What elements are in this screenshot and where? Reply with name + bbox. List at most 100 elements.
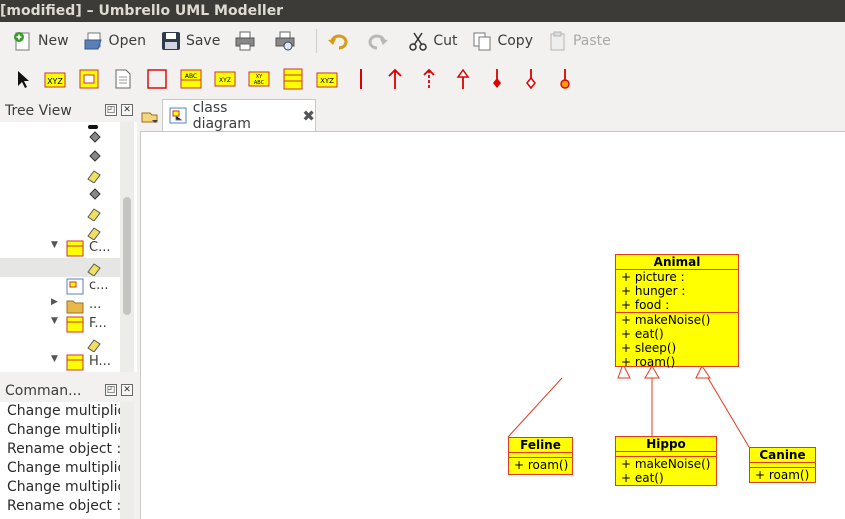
- uml-class-animal[interactable]: Animal + picture : + hunger : + food : +…: [615, 254, 739, 369]
- tree-row[interactable]: [0, 165, 120, 184]
- association-tool[interactable]: [348, 66, 374, 92]
- operation[interactable]: + roam(): [621, 355, 738, 369]
- table-tool[interactable]: [280, 66, 306, 92]
- command-history-dock-title: Comman... ◰ ✕: [0, 381, 137, 401]
- float-icon[interactable]: ◰: [105, 104, 117, 116]
- dependency-tool[interactable]: [416, 66, 442, 92]
- tree-view-title: Tree View: [5, 103, 72, 119]
- operation[interactable]: + roam(): [755, 468, 815, 482]
- new-button[interactable]: New: [8, 26, 73, 56]
- tab-label: class diagram: [192, 99, 251, 132]
- class-tool[interactable]: XYZ: [42, 66, 68, 92]
- operation-icon: [87, 263, 101, 276]
- aggregation-tool[interactable]: [518, 66, 544, 92]
- expand-arrow-icon: ▼: [51, 316, 58, 326]
- paste-button[interactable]: Paste: [543, 26, 615, 56]
- operation[interactable]: + eat(): [621, 327, 738, 341]
- enum-box-icon: XYZ: [214, 71, 236, 87]
- print-preview-icon: [274, 30, 296, 52]
- cut-button[interactable]: Cut: [403, 26, 461, 56]
- print-preview-button[interactable]: [270, 26, 304, 56]
- close-icon[interactable]: ✕: [121, 104, 133, 116]
- new-tab-menu-icon[interactable]: [140, 109, 160, 125]
- close-tab-icon[interactable]: ✖: [302, 107, 315, 125]
- operation[interactable]: + makeNoise(): [621, 313, 738, 327]
- print-button[interactable]: [230, 26, 264, 56]
- list-item[interactable]: Rename object :: [0, 497, 120, 516]
- hollow-diamond-icon: [526, 69, 536, 90]
- command-history-scrollbar[interactable]: [120, 402, 134, 519]
- generalization-tool[interactable]: [450, 66, 476, 92]
- generalization-arrow-icon: [456, 68, 470, 89]
- dashed-arrow-icon: [423, 68, 435, 89]
- operation[interactable]: + makeNoise(): [621, 457, 716, 471]
- class-name: Hippo: [616, 437, 716, 452]
- uml-class-feline[interactable]: Feline + roam(): [508, 437, 573, 475]
- folder-icon: [66, 300, 84, 314]
- enum-tool[interactable]: XYZ: [212, 66, 238, 92]
- tree-row[interactable]: [0, 146, 120, 165]
- redo-button[interactable]: [363, 26, 397, 56]
- interface-box-icon: [79, 69, 99, 89]
- list-item[interactable]: Change multiplic: [0, 421, 120, 440]
- tree-item-diagram[interactable]: c...: [0, 277, 120, 296]
- select-tool[interactable]: [10, 66, 36, 92]
- list-item[interactable]: Change multiplic: [0, 402, 120, 421]
- command-history-title: Comman...: [5, 383, 82, 399]
- uml-class-canine[interactable]: Canine + roam(): [749, 447, 816, 483]
- copy-button[interactable]: Copy: [467, 26, 537, 56]
- main-toolbar: New Open Save Cut Copy Paste: [0, 24, 845, 58]
- open-folder-icon: [83, 30, 105, 52]
- entity-tool[interactable]: XY ABC: [246, 66, 272, 92]
- arrow-up-icon: [388, 68, 402, 89]
- operations-section: + roam(): [509, 458, 572, 472]
- attribute[interactable]: + picture :: [621, 270, 738, 284]
- tree-item-class[interactable]: ▼ H...: [0, 353, 120, 372]
- list-item[interactable]: Change multiplic: [0, 478, 120, 497]
- uml-class-hippo[interactable]: Hippo + makeNoise() + eat(): [615, 436, 717, 486]
- datatype-tool[interactable]: ABC: [178, 66, 204, 92]
- containment-tool[interactable]: [552, 66, 578, 92]
- operation[interactable]: + roam(): [514, 458, 572, 472]
- open-button[interactable]: Open: [79, 26, 150, 56]
- svg-text:XYZ: XYZ: [219, 77, 231, 84]
- operation[interactable]: + sleep(): [621, 341, 738, 355]
- note-tool[interactable]: [110, 66, 136, 92]
- tree-view[interactable]: ▼ C... c... ▶ ... ▼ F... ▼ H...: [0, 122, 137, 372]
- attribute[interactable]: + hunger :: [621, 284, 738, 298]
- tree-row-selected[interactable]: [0, 258, 120, 277]
- tree-item-class[interactable]: ▼ C...: [0, 239, 120, 258]
- tree-item-folder[interactable]: ▶ ...: [0, 296, 120, 315]
- tree-row[interactable]: [0, 127, 120, 146]
- operation[interactable]: + eat(): [621, 471, 716, 485]
- redo-icon: [367, 30, 389, 52]
- svg-text:ABC: ABC: [185, 73, 197, 80]
- entity-box-icon: XYABC: [248, 71, 270, 87]
- operations-section: + makeNoise() + eat(): [616, 457, 716, 485]
- tree-item-class[interactable]: ▼ F...: [0, 315, 120, 334]
- attribute-icon: [89, 150, 101, 162]
- generalization-line-feline[interactable]: [507, 377, 563, 438]
- undo-button[interactable]: [323, 26, 357, 56]
- tab-class-diagram[interactable]: class diagram ✖: [162, 99, 316, 132]
- save-button[interactable]: Save: [156, 26, 224, 56]
- list-item[interactable]: Rename object :: [0, 440, 120, 459]
- paste-clipboard-icon: [547, 30, 569, 52]
- composition-tool[interactable]: [484, 66, 510, 92]
- class-icon: [66, 240, 84, 257]
- tree-row[interactable]: [0, 184, 120, 203]
- tree-row[interactable]: [0, 203, 120, 222]
- list-item[interactable]: Change multiplic: [0, 459, 120, 478]
- tree-scrollbar[interactable]: [120, 122, 134, 372]
- diagram-canvas[interactable]: Animal + picture : + hunger : + food : +…: [140, 131, 845, 519]
- interface-tool[interactable]: [76, 66, 102, 92]
- float-icon[interactable]: ◰: [105, 384, 117, 396]
- command-history-list[interactable]: Change multiplic Change multiplic Rename…: [0, 402, 120, 519]
- tree-scrollbar-thumb[interactable]: [123, 197, 131, 315]
- directed-association-tool[interactable]: [382, 66, 408, 92]
- close-icon[interactable]: ✕: [121, 384, 133, 396]
- attribute[interactable]: + food :: [621, 298, 738, 312]
- tree-row[interactable]: [0, 334, 120, 353]
- box-tool[interactable]: [144, 66, 170, 92]
- component-tool[interactable]: XYZ: [314, 66, 340, 92]
